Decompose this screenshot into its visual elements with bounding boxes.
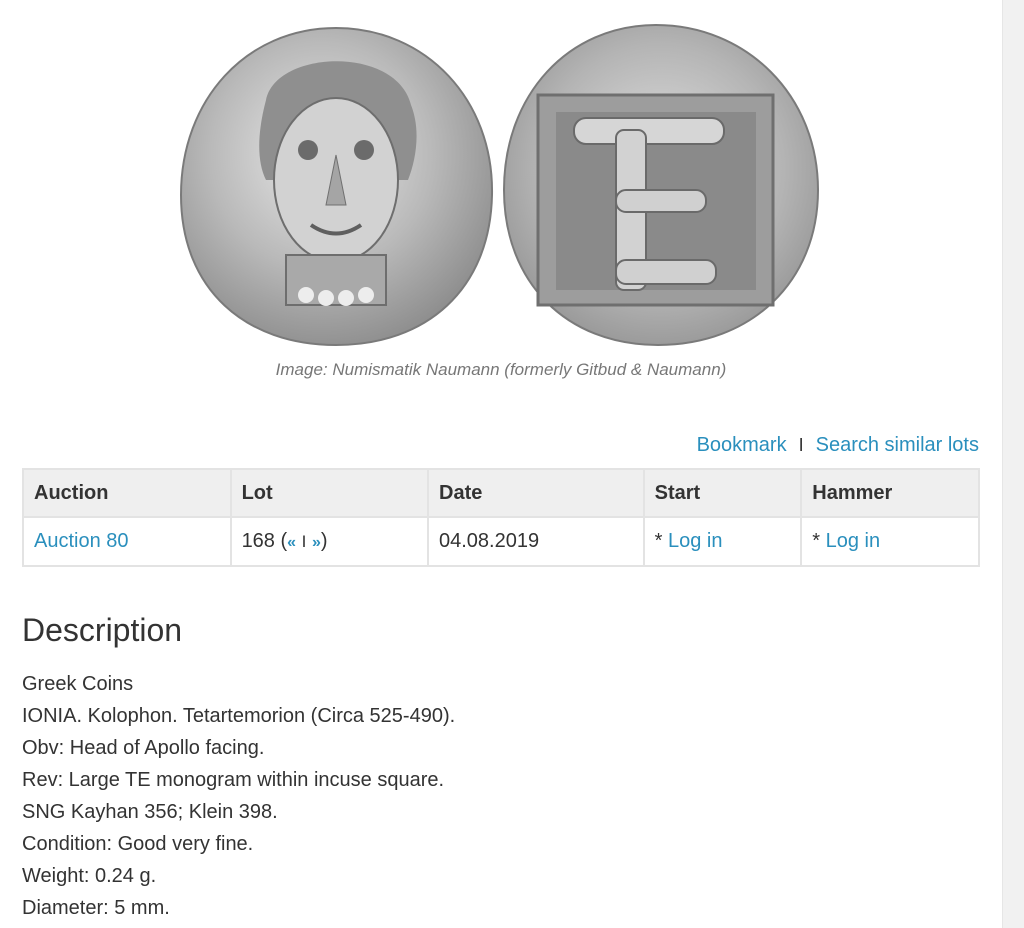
page-content: Image: Numismatik Naumann (formerly Gitb… — [0, 0, 1002, 928]
image-caption: Image: Numismatik Naumann (formerly Gitb… — [275, 360, 727, 379]
description-title: Description — [22, 612, 183, 648]
next-lot-link[interactable]: » — [312, 534, 321, 551]
lot-nav-close: ) — [320, 530, 328, 552]
lot-number: 168 — [241, 530, 275, 552]
description-line: Obv: Head of Apollo facing. — [22, 737, 265, 759]
coin-image[interactable] — [176, 20, 826, 350]
actions-separator: I — [798, 435, 804, 455]
description-line: SNG Kayhan 356; Klein 398. — [22, 801, 278, 823]
cell-hammer: * Log in — [800, 516, 980, 567]
coin-obverse-icon — [179, 26, 494, 347]
header-start: Start — [642, 468, 803, 518]
header-date: Date — [427, 468, 645, 518]
cell-auction: Auction 80 — [22, 516, 232, 567]
lot-table-header: Auction Lot Date Start Hammer — [22, 468, 980, 518]
hammer-prefix: * — [812, 530, 821, 552]
cell-start: * Log in — [642, 516, 803, 567]
cell-lot: 168 (« I ») — [229, 516, 430, 567]
search-similar-lots-link[interactable]: Search similar lots — [816, 434, 979, 457]
lot-nav-separator: I — [301, 532, 307, 551]
auction-link[interactable]: Auction 80 — [34, 530, 129, 552]
coin-reverse-icon — [502, 23, 820, 347]
description-line: Weight: 0.24 g. — [22, 865, 157, 887]
header-auction: Auction — [22, 468, 232, 518]
description-line: Condition: Good very fine. — [22, 833, 254, 855]
header-lot: Lot — [229, 468, 430, 518]
table-row: Auction 80 168 (« I ») 04.08.2019 * Log … — [22, 516, 980, 567]
cell-date: 04.08.2019 — [427, 516, 645, 567]
description-line: Rev: Large TE monogram within incuse squ… — [22, 769, 445, 791]
description-line: IONIA. Kolophon. Tetartemorion (Circa 52… — [22, 705, 456, 727]
hammer-login-link[interactable]: Log in — [826, 530, 881, 552]
start-prefix: * — [654, 530, 663, 552]
lot-actions: Bookmark I Search similar lots — [697, 434, 979, 457]
start-login-link[interactable]: Log in — [668, 530, 723, 552]
previous-lot-link[interactable]: « — [287, 534, 296, 551]
description-body: Greek Coins IONIA. Kolophon. Tetartemori… — [22, 670, 455, 926]
header-hammer: Hammer — [800, 468, 980, 518]
lot-table: Auction Lot Date Start Hammer Auction 80… — [22, 468, 980, 567]
vertical-scrollbar[interactable] — [1002, 0, 1024, 928]
bookmark-link[interactable]: Bookmark — [697, 434, 787, 457]
description-line: Greek Coins — [22, 673, 134, 695]
description-line: Diameter: 5 mm. — [22, 897, 170, 919]
